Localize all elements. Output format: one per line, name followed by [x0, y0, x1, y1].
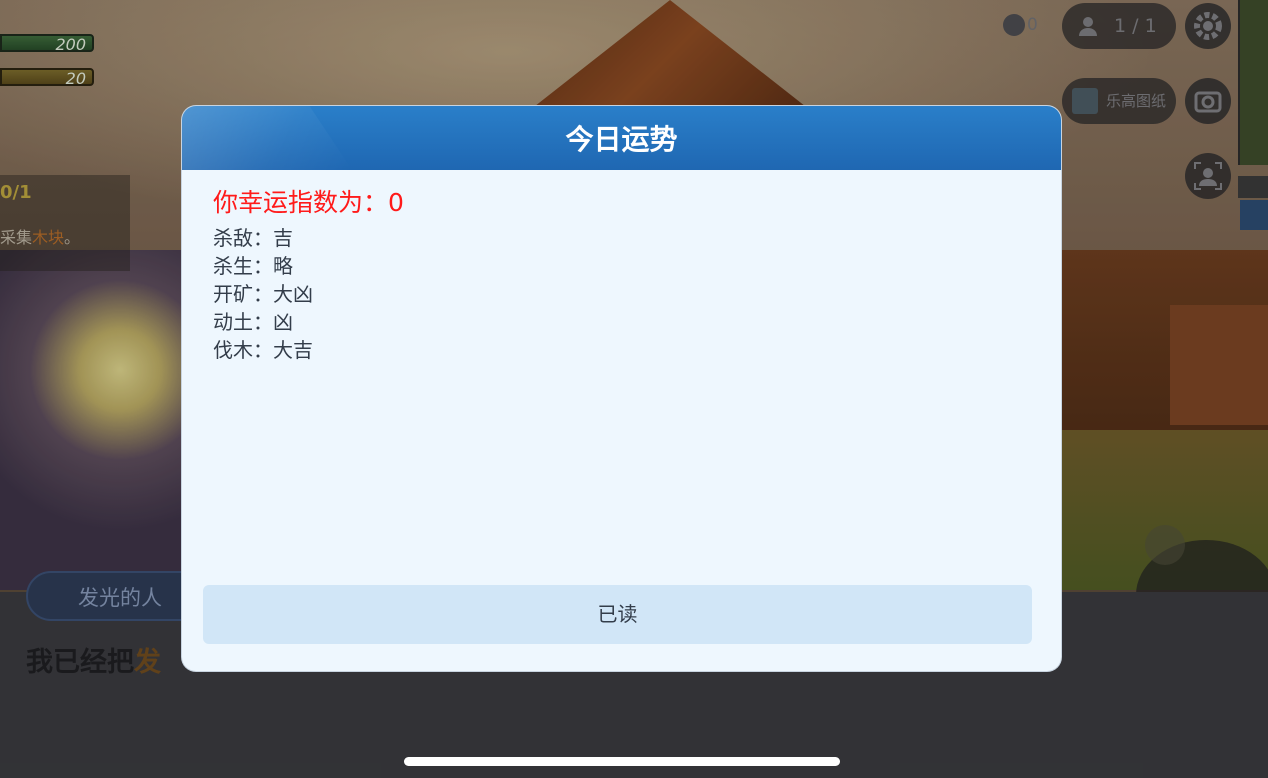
modal-title: 今日运势: [565, 123, 678, 156]
luck-index: 你幸运指数为：0: [213, 188, 404, 217]
fortune-item: 开矿：大凶: [213, 282, 313, 306]
modal-body: 你幸运指数为：0 杀敌：吉 杀生：略 开矿：大凶 动土：凶 伐木：大吉: [213, 186, 404, 364]
mark-read-button[interactable]: 已读: [203, 585, 1032, 644]
home-indicator[interactable]: [404, 757, 840, 766]
fortune-item: 伐木：大吉: [213, 338, 313, 362]
fortune-item: 杀敌：吉: [213, 226, 293, 250]
fortune-item: 杀生：略: [213, 254, 293, 278]
fortune-item: 动土：凶: [213, 310, 293, 334]
daily-fortune-modal: 今日运势 你幸运指数为：0 杀敌：吉 杀生：略 开矿：大凶 动土：凶 伐木：大吉…: [182, 106, 1061, 671]
